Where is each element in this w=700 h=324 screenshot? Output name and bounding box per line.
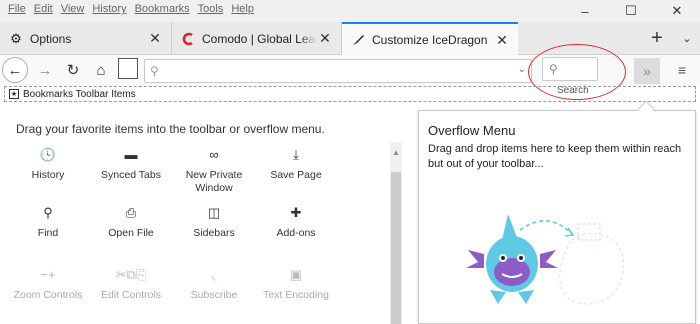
laptop-icon: ▬ [124,147,138,162]
forward-button[interactable]: → [32,57,58,83]
back-button[interactable]: ← [2,57,28,83]
close-window-button[interactable]: ✕ [654,0,700,22]
scrollbar-thumb[interactable] [391,172,401,324]
palette-item-label: Find [37,227,59,239]
palette-item-label: Open File [108,227,154,239]
palette-item-add-ons[interactable]: ✚ Add-ons [253,204,339,239]
palette-item-subscribe[interactable]: ◟ Subscribe [171,266,257,301]
scroll-up-arrow-icon[interactable]: ▲ [390,148,402,157]
url-bar[interactable]: ⚲ ⌄ [144,59,532,83]
palette-instructions: Drag your favorite items into the toolba… [16,122,325,136]
mask-icon: ∞ [209,147,219,162]
overflow-panel-title: Overflow Menu [428,123,516,138]
palette-item-label: Edit Controls [100,289,162,301]
save-folder-icon: ⤓ [293,147,299,162]
hamburger-menu-icon[interactable]: ≡ [672,60,692,80]
window-controls: – ☐ ✕ [562,0,700,22]
palette-item-history[interactable]: 🕓 History [5,146,91,181]
paintbrush-icon [350,32,366,48]
tab-label: Options [30,31,72,46]
comodo-logo-icon [180,31,196,47]
menu-items: File Edit View History Bookmarks Tools H… [4,3,258,15]
search-icon: ⚲ [150,64,159,78]
zoom-icon: −+ [40,267,56,282]
puzzle-icon: ✚ [290,205,302,220]
new-tab-button[interactable]: + [646,22,668,55]
tab-options[interactable]: ⚙ Options ✕ [0,22,172,55]
palette-item-text-encoding[interactable]: ▣ Text Encoding [253,266,339,301]
tab-label: Comodo | Global Leader in Cyber [202,31,317,46]
palette-item-edit-controls[interactable]: ✂⧉⎘ Edit Controls [88,266,174,301]
history-clock-icon: 🕓 [39,147,57,162]
palette-item-zoom-controls[interactable]: −+ Zoom Controls [5,266,91,301]
close-icon[interactable]: ✕ [147,30,163,47]
menu-view[interactable]: View [57,3,89,15]
overflow-button[interactable]: » [634,58,660,84]
palette-item-find[interactable]: ⚲ Find [5,204,91,239]
palette-item-label: Add-ons [276,227,316,239]
encoding-icon: ▣ [289,267,303,282]
overflow-panel-description: Drag and drop items here to keep them wi… [428,143,682,170]
star-icon: ★ [9,89,19,99]
scissors-copy-paste-icon: ✂⧉⎘ [115,267,147,282]
close-icon[interactable]: ✕ [317,30,333,47]
palette-item-save-page[interactable]: ⤓ Save Page [253,146,339,181]
icedragon-mascot-icon [466,214,624,305]
close-icon[interactable]: ✕ [494,32,510,49]
menu-edit[interactable]: Edit [30,3,57,15]
palette-item-label: New Private Window [185,169,243,194]
palette-item-label: Save Page [270,169,322,181]
palette-item-label: Synced Tabs [101,169,161,181]
reload-button[interactable]: ↻ [60,57,86,83]
menu-help[interactable]: Help [227,3,258,15]
tab-label: Customize IceDragon [372,33,488,47]
maximize-button[interactable]: ☐ [608,0,654,22]
magnifier-icon: ⚲ [43,205,53,220]
menu-history[interactable]: History [88,3,130,15]
palette-item-open-file[interactable]: ⎙ Open File [88,204,174,239]
palette-item-label: Zoom Controls [13,289,83,301]
minimize-button[interactable]: – [562,0,608,22]
palette-item-sidebars[interactable]: ◫ Sidebars [171,204,257,239]
palette-item-label: History [31,169,65,181]
home-button[interactable]: ⌂ [88,57,114,83]
open-folder-icon: ⎙ [125,205,137,220]
sidebar-icon: ◫ [207,205,221,220]
menu-tools[interactable]: Tools [194,3,228,15]
menu-bookmarks[interactable]: Bookmarks [131,3,194,15]
chevron-down-icon[interactable]: ⌄ [518,64,526,75]
palette-item-label: Sidebars [193,227,235,239]
palette-item-label: Text Encoding [263,289,329,301]
palette-item-label: Subscribe [190,289,238,301]
menu-bar: File Edit View History Bookmarks Tools H… [0,0,700,22]
gear-icon: ⚙ [10,30,22,46]
tab-customize[interactable]: Customize IceDragon ✕ [342,22,518,56]
palette-item-synced-tabs[interactable]: ▬ Synced Tabs [88,146,174,181]
menu-file[interactable]: File [4,3,30,15]
chevron-down-icon[interactable]: ⌄ [676,22,698,55]
bookmarks-toolbar-label: Bookmarks Toolbar Items [23,88,136,100]
rss-icon: ◟ [211,267,217,282]
palette-item-new-private-window[interactable]: ∞ New Private Window [171,146,257,195]
tab-comodo[interactable]: Comodo | Global Leader in Cyber ✕ [172,22,342,55]
toolbar-spacer-box[interactable] [118,58,138,79]
bookmarks-toolbar[interactable]: ★ Bookmarks Toolbar Items [4,86,696,102]
